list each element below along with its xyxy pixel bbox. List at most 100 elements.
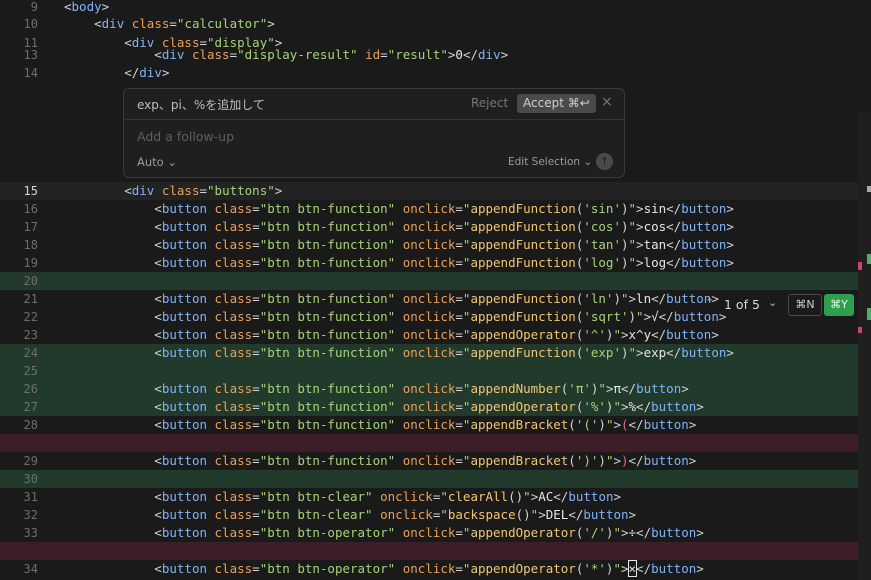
- code-token: class: [214, 399, 253, 414]
- code-token: (: [568, 417, 576, 432]
- code-line[interactable]: 31 <button class="btn btn-clear" onclick…: [0, 488, 871, 506]
- model-selector[interactable]: Auto ⌄: [137, 155, 177, 169]
- code-line[interactable]: 9 <body>: [0, 0, 871, 16]
- reject-all-button[interactable]: ⌘N: [788, 294, 822, 316]
- code-token: button: [681, 201, 727, 216]
- code-token: "btn btn-function": [259, 345, 396, 360]
- code-token: =: [455, 561, 463, 576]
- code-token: <: [64, 453, 162, 468]
- code-line[interactable]: 23 <button class="btn btn-function" oncl…: [0, 326, 871, 344]
- code-token: "btn btn-function": [259, 309, 396, 324]
- next-diff-icon[interactable]: ⌄: [768, 296, 777, 309]
- followup-input[interactable]: Add a follow-up: [137, 129, 234, 144]
- code-token: =: [380, 47, 388, 62]
- code-token: ): [620, 237, 629, 252]
- code-token: ": [636, 309, 644, 324]
- accept-button[interactable]: Accept ⌘↩: [517, 94, 596, 113]
- scroll-marker-removed: [858, 327, 862, 333]
- edit-selection-dropdown[interactable]: Edit Selection ⌄: [508, 156, 592, 168]
- removed-line[interactable]: [0, 542, 871, 560]
- code-line[interactable]: 18 <button class="btn btn-function" oncl…: [0, 236, 871, 254]
- code-line[interactable]: 14 </div>: [0, 64, 871, 82]
- code-text: <button class="btn btn-clear" onclick="b…: [64, 506, 636, 524]
- code-line[interactable]: 10 <div class="calculator">: [0, 15, 871, 33]
- code-token: ÷: [628, 525, 637, 540]
- code-line[interactable]: 13 <div class="display-result" id="resul…: [0, 46, 871, 64]
- added-line[interactable]: 20: [0, 272, 871, 290]
- accept-all-button[interactable]: ⌘Y: [824, 294, 854, 316]
- code-line[interactable]: 29 <button class="btn btn-function" oncl…: [0, 452, 871, 470]
- code-token: button: [681, 219, 727, 234]
- code-token: <: [64, 345, 162, 360]
- code-token: '*': [583, 561, 606, 576]
- code-token: >: [613, 489, 622, 504]
- code-text: <button class="btn btn-function" onclick…: [64, 416, 696, 434]
- code-line[interactable]: 32 <button class="btn btn-clear" onclick…: [0, 506, 871, 524]
- code-token: >: [688, 417, 697, 432]
- line-number: 28: [23, 418, 38, 432]
- code-token: onclick: [402, 291, 456, 306]
- code-line[interactable]: 15 <div class="buttons">: [0, 182, 871, 200]
- code-token: cos: [643, 219, 667, 234]
- added-line[interactable]: 24 <button class="btn btn-function" oncl…: [0, 344, 871, 362]
- close-icon[interactable]: ×: [601, 94, 613, 110]
- previous-diff-icon[interactable]: ⌃: [705, 296, 714, 309]
- code-token: onclick: [402, 399, 456, 414]
- code-text: <button class="btn btn-function" onclick…: [64, 308, 726, 326]
- code-line[interactable]: 16 <button class="btn btn-function" oncl…: [0, 200, 871, 218]
- code-line[interactable]: 19 <button class="btn btn-function" oncl…: [0, 254, 871, 272]
- code-text: <button class="btn btn-function" onclick…: [64, 326, 719, 344]
- line-number: 29: [23, 454, 38, 468]
- code-token: <: [64, 201, 162, 216]
- code-line[interactable]: 28 <button class="btn btn-function" oncl…: [0, 416, 871, 434]
- submit-arrow-icon[interactable]: ↑: [596, 153, 613, 170]
- code-token: appendFunction: [470, 201, 576, 216]
- code-token: button: [161, 417, 207, 432]
- code-token: <: [64, 16, 102, 31]
- code-token: onclick: [402, 525, 456, 540]
- code-token: ": [628, 255, 637, 270]
- code-token: <: [64, 417, 162, 432]
- code-line[interactable]: 17 <button class="btn btn-function" oncl…: [0, 218, 871, 236]
- code-token: >: [538, 507, 546, 522]
- removed-line[interactable]: [0, 434, 871, 452]
- scrollbar[interactable]: [858, 112, 871, 580]
- code-editor[interactable]: 9 <body> 10 <div class="calculator"> 11 <di…: [0, 0, 871, 580]
- code-token: button: [681, 237, 727, 252]
- code-token: ln: [636, 291, 652, 306]
- code-token: >: [636, 345, 644, 360]
- added-line[interactable]: 25: [0, 362, 871, 380]
- code-line[interactable]: 34 <button class="btn btn-operator" oncl…: [0, 560, 871, 578]
- reject-button[interactable]: Reject: [471, 96, 508, 110]
- added-line[interactable]: 30: [0, 470, 871, 488]
- code-token: ": [613, 399, 621, 414]
- added-line[interactable]: 26 <button class="btn btn-function" oncl…: [0, 380, 871, 398]
- code-token: =: [252, 489, 260, 504]
- code-token: >: [726, 201, 734, 216]
- scroll-marker: [867, 186, 871, 192]
- code-token: class: [131, 16, 170, 31]
- line-number: 19: [23, 256, 38, 270]
- code-token: appendOperator: [470, 327, 576, 342]
- code-token: appendFunction: [470, 309, 576, 324]
- line-number: 24: [23, 346, 38, 360]
- code-token: =: [252, 507, 260, 522]
- code-token: "display-result": [237, 47, 358, 62]
- code-token: class: [214, 201, 253, 216]
- prompt-instruction[interactable]: exp、pi、%を追加して: [137, 96, 265, 113]
- code-token: class: [214, 219, 253, 234]
- code-token: div: [139, 65, 162, 80]
- code-token: onclick: [402, 327, 456, 342]
- code-token: (): [515, 507, 531, 522]
- code-token: >: [161, 65, 170, 80]
- code-token: class: [214, 507, 253, 522]
- code-line[interactable]: 33 <button class="btn btn-operator" oncl…: [0, 524, 871, 542]
- added-line[interactable]: 27 <button class="btn btn-function" oncl…: [0, 398, 871, 416]
